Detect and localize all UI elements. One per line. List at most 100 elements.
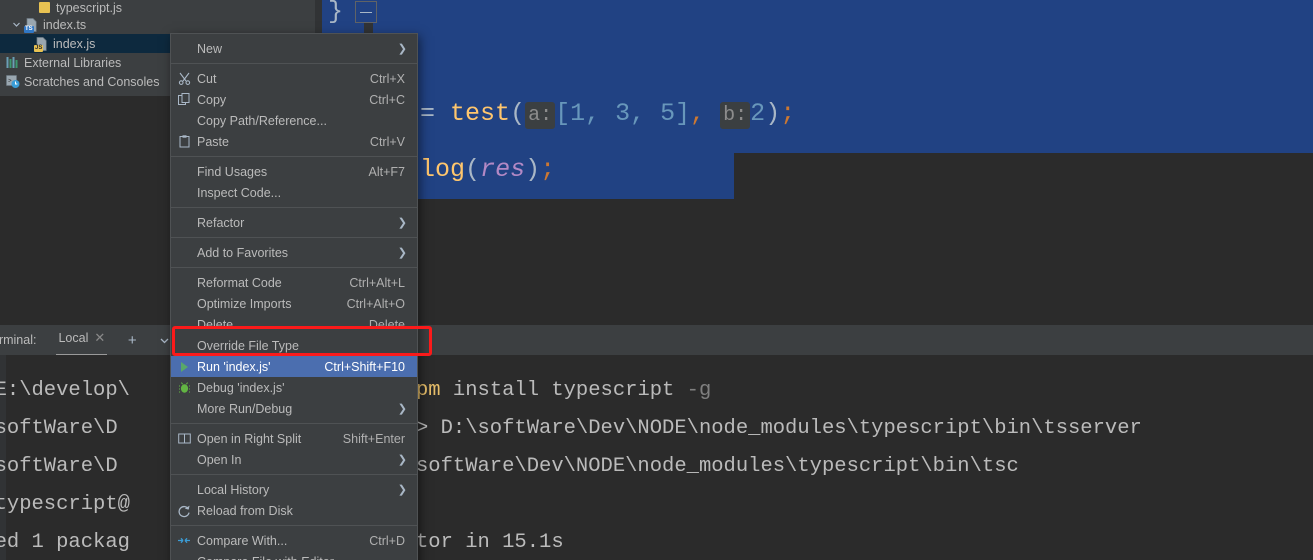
terminal-line: :\softWare\D	[0, 455, 118, 478]
debug-icon	[171, 381, 197, 394]
menu-item-shortcut: Ctrl+C	[369, 92, 405, 107]
tree-item-label: Scratches and Consoles	[24, 74, 160, 89]
menu-item-shortcut: Shift+Enter	[342, 431, 405, 446]
menu-item-label: Override File Type	[197, 338, 299, 353]
terminal-line: S E:\develop\	[0, 379, 130, 402]
typescript-file-icon: TS	[23, 17, 40, 33]
terminal-tab-local[interactable]: Local ✕	[52, 330, 111, 356]
menu-item-label: Copy Path/Reference...	[197, 113, 327, 128]
menu-item-shortcut: Ctrl+D	[369, 533, 405, 548]
menu-item-cut[interactable]: Cut Ctrl+X	[171, 68, 417, 89]
menu-item-shortcut: Ctrl+Alt+O	[346, 296, 405, 311]
chevron-right-icon: ❯	[397, 43, 407, 55]
menu-item-reformat-code[interactable]: Reformat Code Ctrl+Alt+L	[171, 272, 417, 293]
menu-item-label: Open In	[197, 452, 242, 467]
scratches-consoles-icon: >	[4, 74, 21, 89]
plus-icon[interactable]: +	[121, 329, 143, 351]
tree-item-label: External Libraries	[24, 55, 122, 70]
chevron-down-icon[interactable]	[10, 18, 23, 31]
menu-item-reload-from-disk[interactable]: Reload from Disk	[171, 500, 417, 521]
menu-item-compare-file-with-editor[interactable]: Compare File with Editor	[171, 551, 417, 560]
menu-separator	[171, 63, 417, 64]
menu-item-label: Local History	[197, 482, 270, 497]
code-fn-test: test	[450, 99, 511, 128]
menu-item-compare-with[interactable]: Compare With... Ctrl+D	[171, 530, 417, 551]
chevron-right-icon: ❯	[397, 454, 407, 466]
menu-item-label: Paste	[197, 134, 229, 149]
menu-item-shortcut: Ctrl+V	[369, 134, 405, 149]
menu-separator	[171, 156, 417, 157]
chevron-right-icon: ❯	[397, 247, 407, 259]
menu-separator	[171, 423, 417, 424]
menu-item-label: Refactor	[197, 215, 245, 230]
terminal-title: erminal:	[0, 333, 37, 347]
menu-item-add-to-favorites[interactable]: Add to Favorites ❯	[171, 242, 417, 263]
menu-item-label: Copy	[197, 92, 227, 107]
ide-window: et res = test(a:[1, 3, 5], b:2); onsole.…	[0, 0, 1313, 560]
code-log-semi: ;	[540, 155, 556, 184]
chevron-right-icon: ❯	[397, 217, 407, 229]
svg-text:>: >	[8, 78, 12, 85]
cut-icon	[171, 72, 197, 85]
tree-item-label: index.ts	[43, 17, 87, 32]
menu-item-shortcut: Alt+F7	[368, 164, 405, 179]
tree-row-index-ts[interactable]: TS index.ts	[0, 15, 315, 34]
menu-item-copy-path-reference[interactable]: Copy Path/Reference...	[171, 110, 417, 131]
javascript-file-icon: JS	[33, 36, 50, 52]
tree-row-partial[interactable]: typescript.js	[0, 0, 315, 15]
context-menu[interactable]: New ❯ Cut Ctrl+X Copy Ctrl+C Copy Path/Referen…	[170, 33, 418, 560]
menu-item-local-history[interactable]: Local History ❯	[171, 479, 417, 500]
terminal-cmd-text: install typescript	[440, 379, 687, 402]
typescript-badge: TS	[24, 26, 34, 33]
paste-icon	[171, 135, 197, 148]
menu-item-shortcut: Ctrl+Alt+L	[349, 275, 405, 290]
menu-item-label: Compare With...	[197, 533, 288, 548]
menu-separator	[171, 474, 417, 475]
menu-item-paste[interactable]: Paste Ctrl+V	[171, 131, 417, 152]
code-array-arg: [1, 3, 5]	[555, 99, 691, 128]
menu-item-new[interactable]: New ❯	[171, 38, 417, 59]
menu-item-debug-index-js[interactable]: Debug 'index.js'	[171, 377, 417, 398]
code-fold-icon[interactable]	[355, 1, 377, 23]
menu-item-label: Add to Favorites	[197, 245, 289, 260]
external-libraries-icon	[4, 55, 21, 70]
javascript-file-icon	[36, 0, 53, 15]
code-open-paren: (	[510, 99, 526, 128]
menu-item-open-in-right-split[interactable]: Open in Right Split Shift+Enter	[171, 428, 417, 449]
menu-item-label: More Run/Debug	[197, 401, 293, 416]
menu-item-label: Run 'index.js'	[197, 359, 271, 374]
menu-item-label: Inspect Code...	[197, 185, 282, 200]
code-closing-brace: }	[328, 0, 344, 26]
terminal-line: typescript@	[0, 493, 130, 516]
menu-item-inspect-code[interactable]: Inspect Code...	[171, 182, 417, 203]
menu-item-shortcut: Ctrl+X	[369, 71, 405, 86]
code-log-open: (	[465, 155, 481, 184]
run-icon	[171, 361, 197, 372]
menu-separator	[171, 237, 417, 238]
menu-item-label: Cut	[197, 71, 217, 86]
menu-item-find-usages[interactable]: Find Usages Alt+F7	[171, 161, 417, 182]
menu-item-open-in[interactable]: Open In ❯	[171, 449, 417, 470]
menu-item-override-file-type[interactable]: Override File Type	[171, 335, 417, 356]
code-log: log	[420, 155, 466, 184]
menu-separator	[171, 525, 417, 526]
code-editor[interactable]: et res = test(a:[1, 3, 5], b:2); onsole.…	[315, 0, 1313, 340]
menu-item-refactor[interactable]: Refactor ❯	[171, 212, 417, 233]
tree-item-label: index.js	[53, 36, 96, 51]
menu-item-optimize-imports[interactable]: Optimize Imports Ctrl+Alt+O	[171, 293, 417, 314]
close-icon[interactable]: ✕	[94, 330, 105, 346]
menu-item-label: Reformat Code	[197, 275, 282, 290]
tree-row-partial-label: typescript.js	[56, 0, 122, 15]
terminal-cmd-prefix: pm	[416, 379, 441, 402]
menu-item-run-index-js[interactable]: Run 'index.js' Ctrl+Shift+F10	[171, 356, 417, 377]
menu-item-copy[interactable]: Copy Ctrl+C	[171, 89, 417, 110]
menu-item-delete[interactable]: Delete... Delete	[171, 314, 417, 335]
menu-item-label: Open in Right Split	[197, 431, 302, 446]
menu-item-label: Debug 'index.js'	[197, 380, 285, 395]
terminal-tab-label: Local	[58, 331, 89, 345]
copy-icon	[171, 93, 197, 106]
menu-item-more-run-debug[interactable]: More Run/Debug ❯	[171, 398, 417, 419]
terminal-line-right: > D:\softWare\Dev\NODE\node_modules\type…	[416, 417, 1142, 440]
terminal-line: dded 1 packag	[0, 531, 130, 554]
menu-item-label: Find Usages	[197, 164, 268, 179]
